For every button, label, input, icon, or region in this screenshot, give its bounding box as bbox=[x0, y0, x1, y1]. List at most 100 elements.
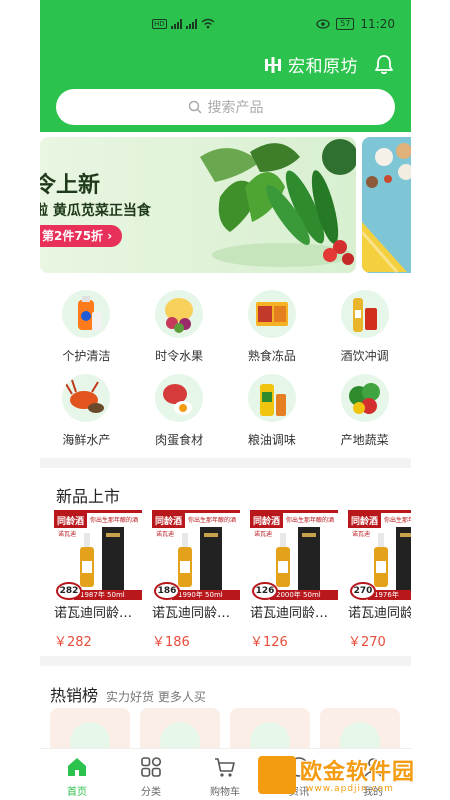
cart-icon bbox=[215, 758, 235, 777]
grain-oil-icon bbox=[247, 374, 296, 422]
category-fruit[interactable]: 时令水果 bbox=[133, 287, 226, 371]
product-box bbox=[298, 527, 320, 593]
tab-cart[interactable]: 购物车 bbox=[188, 749, 262, 800]
product-brand: 诺瓦迪 bbox=[352, 531, 371, 538]
product-strip: 1990年 50ml bbox=[172, 590, 240, 600]
bell-icon[interactable] bbox=[373, 53, 395, 75]
bottle-icon bbox=[178, 533, 192, 587]
category-seafood[interactable]: 海鲜水产 bbox=[40, 371, 133, 455]
product-box bbox=[200, 527, 222, 593]
network-indicators: HD bbox=[152, 18, 215, 29]
product-slogan: 你出生那年酿的酒 bbox=[188, 517, 237, 524]
product-brand: 诺瓦迪 bbox=[156, 531, 175, 538]
product-tag: 同龄酒 bbox=[348, 513, 382, 528]
tab-category[interactable]: 分类 bbox=[114, 749, 188, 800]
tab-label: 分类 bbox=[141, 787, 161, 798]
vegetable-icon bbox=[340, 374, 389, 422]
product-price: ￥126 bbox=[250, 635, 288, 650]
search-placeholder: 搜索产品 bbox=[207, 100, 264, 116]
status-right: 57 11:20 bbox=[316, 17, 395, 31]
category-label: 肉蛋食材 bbox=[155, 433, 204, 447]
category-icon bbox=[141, 757, 162, 777]
bottle-icon bbox=[276, 533, 290, 587]
watermark: 欧金软件园 www.apdjin.com bbox=[254, 750, 450, 800]
product-card[interactable]: 同龄酒 你出生那年酿的酒 诺瓦迪 2000年 50ml 126 诺瓦迪同龄… ￥… bbox=[250, 510, 338, 650]
section-divider bbox=[40, 656, 411, 666]
hd-badge: HD bbox=[152, 18, 167, 29]
category-personal-care[interactable]: 个护清洁 bbox=[40, 287, 133, 371]
product-name: 诺瓦迪同龄… bbox=[152, 606, 231, 621]
wifi-icon bbox=[201, 18, 215, 29]
product-price: ￥282 bbox=[54, 635, 92, 650]
category-label: 海鲜水产 bbox=[62, 433, 111, 447]
watermark-logo-icon bbox=[258, 756, 296, 794]
signal-icon-2 bbox=[185, 18, 197, 29]
search-input[interactable]: 搜索产品 bbox=[56, 89, 395, 125]
drinks-icon bbox=[340, 290, 389, 338]
product-box bbox=[102, 527, 124, 593]
home-icon bbox=[68, 758, 86, 776]
search-icon bbox=[188, 100, 202, 114]
status-bar: HD 57 11:20 bbox=[40, 0, 411, 48]
watermark-url: www.apdjin.com bbox=[306, 784, 394, 794]
clock: 11:20 bbox=[360, 17, 395, 31]
hot-sales-header: 热销榜 实力好货 更多人买 bbox=[50, 682, 206, 706]
category-grain-oil[interactable]: 粮油调味 bbox=[226, 371, 319, 455]
food-image bbox=[362, 143, 411, 273]
tab-label: 购物车 bbox=[210, 787, 240, 798]
deli-icon bbox=[247, 290, 296, 338]
promo-banner-next[interactable] bbox=[362, 137, 411, 273]
category-meat-egg[interactable]: 肉蛋食材 bbox=[133, 371, 226, 455]
banner-subtitle: 啦 黄瓜苋菜正当食 bbox=[40, 203, 151, 219]
category-drinks[interactable]: 酒饮冲调 bbox=[318, 287, 411, 371]
product-image: 同龄酒 你出生那年酿的酒 诺瓦迪 1987年 50ml 282 bbox=[54, 510, 142, 600]
bottle-icon bbox=[80, 533, 94, 587]
meat-egg-icon bbox=[155, 374, 204, 422]
category-label: 粮油调味 bbox=[247, 433, 296, 447]
promo-banner[interactable]: 令上新 啦 黄瓜苋菜正当食 第2件75折 › bbox=[40, 137, 356, 273]
price-badge: 282 bbox=[56, 582, 82, 600]
new-products-list: 同龄酒 你出生那年酿的酒 诺瓦迪 1987年 50ml 282 诺瓦迪同龄… ￥… bbox=[54, 510, 411, 650]
product-tag: 同龄酒 bbox=[54, 513, 88, 528]
category-deli-frozen[interactable]: 熟食冻品 bbox=[226, 287, 319, 371]
product-name: 诺瓦迪同龄 bbox=[348, 606, 411, 621]
product-name: 诺瓦迪同龄… bbox=[250, 606, 329, 621]
product-brand: 诺瓦迪 bbox=[254, 531, 273, 538]
category-label: 产地蔬菜 bbox=[340, 433, 389, 447]
product-box bbox=[396, 527, 411, 593]
product-card[interactable]: 同龄酒 你出生那年酿的酒 诺瓦迪 1976年 270 诺瓦迪同龄 ￥270 bbox=[348, 510, 411, 650]
category-label: 酒饮冲调 bbox=[340, 349, 389, 363]
product-name: 诺瓦迪同龄… bbox=[54, 606, 133, 621]
header: HD 57 11:20 宏和原坊 搜索产品 bbox=[40, 0, 411, 132]
hot-sales-title: 热销榜 bbox=[50, 686, 99, 705]
category-vegetables[interactable]: 产地蔬菜 bbox=[318, 371, 411, 455]
app-screen: HD 57 11:20 宏和原坊 搜索产品 令上新 啦 黄瓜苋菜正当食 第2件7… bbox=[40, 0, 411, 800]
category-label: 个护清洁 bbox=[62, 349, 111, 363]
product-slogan: 你出生那年酿的酒 bbox=[384, 517, 411, 524]
product-strip: 2000年 50ml bbox=[270, 590, 338, 600]
battery-icon: 57 bbox=[336, 18, 355, 30]
banner-title: 令上新 bbox=[40, 172, 101, 198]
category-label: 熟食冻品 bbox=[247, 349, 296, 363]
seafood-icon bbox=[62, 374, 111, 422]
bottle-icon bbox=[374, 533, 388, 587]
banner-promo-badge: 第2件75折 › bbox=[40, 225, 123, 247]
product-strip: 1987年 50ml bbox=[74, 590, 142, 600]
brand: 宏和原坊 bbox=[264, 52, 358, 77]
price-badge: 270 bbox=[350, 582, 376, 600]
brand-logo-icon bbox=[265, 56, 281, 73]
price-badge: 126 bbox=[252, 582, 278, 600]
tab-home[interactable]: 首页 bbox=[40, 749, 114, 800]
watermark-text: 欧金软件园 bbox=[300, 760, 416, 785]
product-brand: 诺瓦迪 bbox=[58, 531, 77, 538]
detergent-icon bbox=[62, 290, 111, 338]
product-price: ￥270 bbox=[348, 635, 386, 650]
vegetables-image bbox=[200, 139, 356, 267]
product-price: ￥186 bbox=[152, 635, 190, 650]
brand-name: 宏和原坊 bbox=[288, 57, 358, 77]
product-image: 同龄酒 你出生那年酿的酒 诺瓦迪 2000年 50ml 126 bbox=[250, 510, 338, 600]
product-slogan: 你出生那年酿的酒 bbox=[90, 517, 139, 524]
tab-label: 首页 bbox=[67, 787, 87, 798]
product-card[interactable]: 同龄酒 你出生那年酿的酒 诺瓦迪 1990年 50ml 186 诺瓦迪同龄… ￥… bbox=[152, 510, 240, 650]
product-card[interactable]: 同龄酒 你出生那年酿的酒 诺瓦迪 1987年 50ml 282 诺瓦迪同龄… ￥… bbox=[54, 510, 142, 650]
